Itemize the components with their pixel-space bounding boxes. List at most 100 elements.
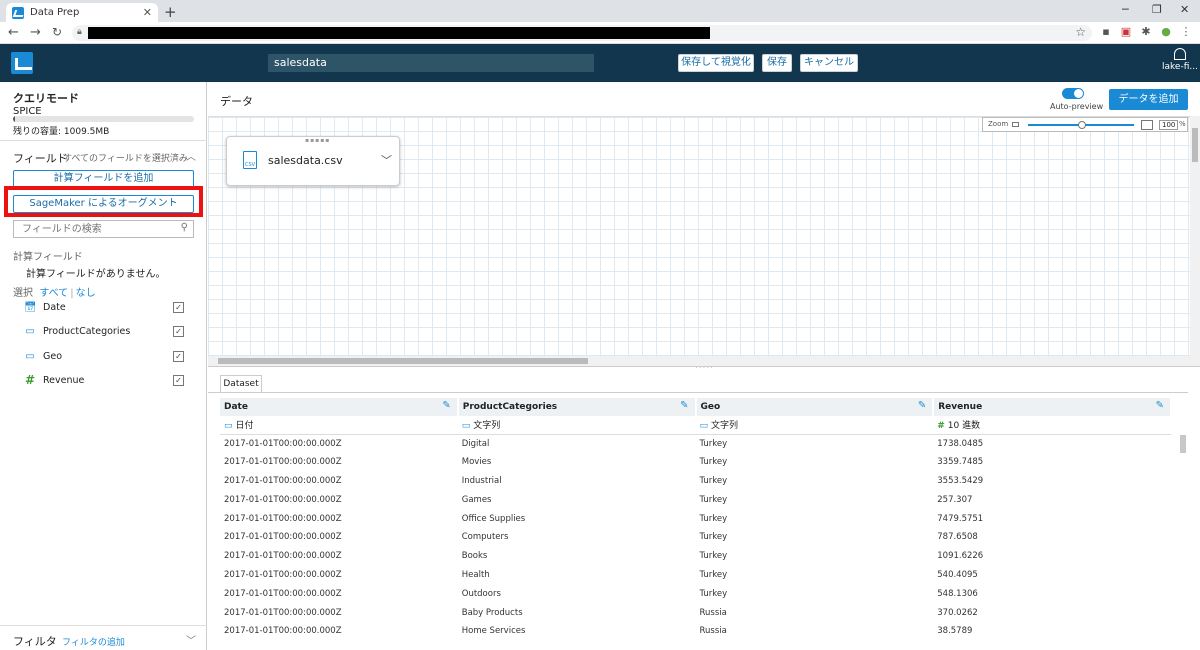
zoom-value-input[interactable]: 100 (1159, 120, 1179, 130)
column-header-date[interactable]: Date ✎ (220, 398, 459, 416)
zoom-out-icon[interactable] (1012, 122, 1019, 127)
column-type-geo[interactable]: ▭ 文字列 (695, 416, 934, 435)
data-source-card[interactable]: ▪▪▪▪▪ CSV salesdata.csv ﹀ (226, 136, 400, 186)
auto-preview-toggle[interactable] (1062, 88, 1084, 99)
drag-handle-icon[interactable]: ▪▪▪▪▪ (305, 137, 330, 144)
profile-avatar-icon[interactable]: ● (1160, 26, 1172, 38)
column-type-productcategories[interactable]: ▭ 文字列 (457, 416, 696, 435)
canvas-vertical-scrollbar[interactable] (1190, 116, 1200, 366)
scrollbar-thumb[interactable] (1192, 128, 1198, 162)
field-item-geo[interactable]: ▭ Geo ✓ (24, 347, 184, 365)
table-cell: Russia (699, 607, 727, 618)
column-header-productcategories[interactable]: ProductCategories ✎ (457, 398, 697, 416)
field-search-input[interactable] (14, 221, 164, 237)
column-header-revenue[interactable]: Revenue ✎ (933, 398, 1172, 416)
table-cell: 2017-01-01T00:00:00.000Z (224, 513, 342, 524)
zoom-in-icon[interactable] (1141, 120, 1153, 130)
field-item-revenue[interactable]: # Revenue ✓ (24, 371, 184, 389)
column-name: Revenue (938, 402, 983, 412)
table-cell: Turkey (699, 588, 728, 599)
table-cell: Books (461, 551, 488, 562)
table-cell: 787.6508 (937, 532, 978, 543)
column-type-revenue[interactable]: #10 進数 (933, 416, 1171, 435)
table-cell: 1091.6226 (937, 551, 984, 562)
save-button[interactable]: 保存 (762, 54, 792, 72)
table-cell: Baby Products (461, 607, 523, 618)
edit-pencil-icon[interactable]: ✎ (442, 400, 450, 411)
field-item-date[interactable]: 📅︎ Date ✓ (24, 298, 184, 316)
expand-filter-icon[interactable]: ﹀ (186, 632, 196, 647)
string-icon: ▭ (699, 421, 709, 432)
add-data-button[interactable]: データを追加 (1109, 89, 1188, 110)
spice-capacity-fill (13, 116, 15, 122)
edit-pencil-icon[interactable]: ✎ (680, 400, 688, 411)
pane-splitter-handle[interactable]: · · · · · (208, 366, 1200, 372)
reload-icon[interactable]: ↻ (52, 25, 62, 39)
field-checkbox[interactable]: ✓ (173, 350, 184, 362)
dataset-name-input[interactable]: salesdata (268, 54, 594, 72)
column-header-geo[interactable]: Geo ✎ (695, 398, 935, 416)
extension-icon[interactable]: ▣ (1120, 26, 1132, 38)
browser-tab[interactable]: Data Prep ✕ (6, 3, 158, 22)
close-tab-icon[interactable]: ✕ (143, 6, 152, 19)
field-item-productcategories[interactable]: ▭ ProductCategories ✓ (24, 322, 184, 340)
maximize-icon[interactable]: ❐ (1152, 3, 1162, 16)
collapse-fields-icon[interactable]: ︿ (186, 148, 196, 163)
data-section-title: データ (220, 95, 253, 108)
data-source-name: salesdata.csv (268, 154, 343, 167)
table-cell: Movies (461, 457, 492, 468)
extension-icon[interactable]: ▪ (1100, 26, 1112, 38)
browser-menu-icon[interactable]: ⋮ (1180, 26, 1192, 38)
query-mode-title: クエリモード (13, 92, 79, 105)
zoom-slider-handle[interactable] (1078, 121, 1086, 129)
table-row: 2017-01-01T00:00:00.000Z Outdoors Turkey 54… (220, 584, 1171, 603)
lock-icon: 🔒︎ (77, 27, 82, 37)
add-filter-link[interactable]: フィルタの追加 (62, 635, 125, 648)
field-checkbox[interactable]: ✓ (173, 325, 184, 337)
column-type-date[interactable]: ▭ 日付 (220, 416, 458, 435)
table-row: 2017-01-01T00:00:00.000Z Movies Turkey 3359… (220, 453, 1171, 472)
forward-icon[interactable]: → (30, 25, 41, 40)
table-cell: Russia (699, 626, 727, 637)
field-name: Date (43, 301, 66, 313)
new-tab-button[interactable]: + (164, 3, 177, 21)
divider (0, 140, 207, 141)
chevron-down-icon[interactable]: ﹀ (381, 152, 392, 168)
field-checkbox[interactable]: ✓ (173, 301, 184, 313)
table-cell: Home Services (461, 626, 526, 637)
browser-tab-strip: Data Prep ✕ + ─ ❐ ✕ (0, 0, 1200, 22)
edit-pencil-icon[interactable]: ✎ (918, 400, 926, 411)
quicksight-logo-icon[interactable] (11, 52, 33, 74)
field-search[interactable]: ⚲ (13, 220, 194, 238)
app-header: salesdata 保存して視覚化 保存 キャンセル lake-fi... (0, 44, 1200, 82)
save-and-visualize-button[interactable]: 保存して視覚化 (678, 54, 754, 72)
column-name: ProductCategories (462, 402, 558, 412)
edit-pencil-icon[interactable]: ✎ (1156, 400, 1164, 411)
table-cell: Computers (461, 532, 509, 543)
table-row: 2017-01-01T00:00:00.000Z Games Turkey 257.3… (220, 490, 1171, 509)
table-row: 2017-01-01T00:00:00.000Z Computers Turkey 7… (220, 528, 1171, 547)
close-window-icon[interactable]: ✕ (1180, 3, 1189, 16)
user-name: lake-fi... (1162, 62, 1198, 72)
table-header-row: Date ✎ ProductCategories ✎ Geo ✎ Revenue ✎ (220, 398, 1172, 416)
table-cell: Turkey (699, 513, 728, 524)
table-cell: Turkey (699, 457, 728, 468)
cancel-button[interactable]: キャンセル (800, 54, 858, 72)
field-checkbox[interactable]: ✓ (173, 374, 184, 386)
string-icon: ▭ (461, 421, 471, 432)
divider (208, 392, 1188, 393)
table-cell: Turkey (699, 532, 728, 543)
table-scrollbar-thumb[interactable] (1180, 435, 1186, 453)
table-cell: 257.307 (937, 494, 973, 505)
bookmark-star-icon[interactable]: ☆ (1075, 25, 1086, 39)
back-icon[interactable]: ← (8, 25, 19, 40)
highlight-annotation-box (4, 186, 203, 217)
tab-dataset[interactable]: Dataset (220, 375, 262, 393)
user-menu[interactable]: lake-fi... (1160, 48, 1200, 72)
scrollbar-thumb[interactable] (218, 358, 588, 364)
url-field[interactable]: 🔒︎ ☆ (72, 25, 1092, 41)
puzzle-extensions-icon[interactable]: ✱ (1140, 26, 1152, 38)
minimize-icon[interactable]: ─ (1122, 3, 1129, 16)
table-cell: Turkey (699, 569, 728, 580)
table-cell: Turkey (699, 475, 728, 486)
